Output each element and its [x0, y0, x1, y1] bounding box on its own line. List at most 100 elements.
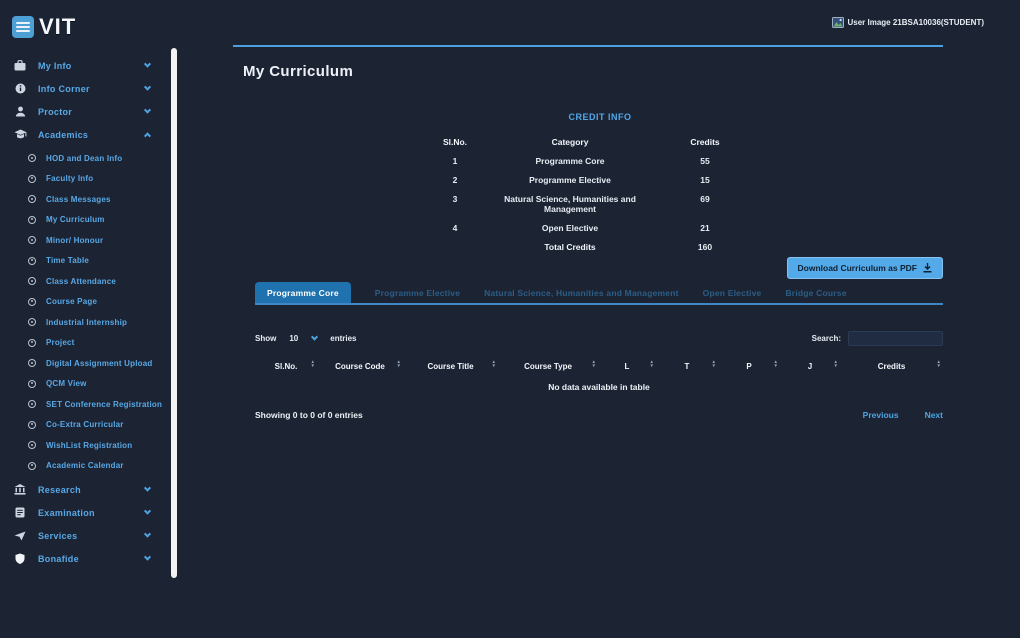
gear-icon — [28, 359, 36, 367]
sort-icon[interactable]: ▲▼ — [834, 360, 838, 368]
gear-icon — [28, 421, 36, 429]
sidebar-item-academic-calendar[interactable]: Academic Calendar — [0, 456, 180, 477]
entries-info: Showing 0 to 0 of 0 entries — [255, 410, 363, 420]
search-label: Search: — [812, 334, 841, 343]
sidebar-item-set-conference-registration[interactable]: SET Conference Registration — [0, 394, 180, 415]
sidebar-item-qcm-view[interactable]: QCM View — [0, 374, 180, 395]
credit-cell: Programme Elective — [495, 170, 645, 189]
graduation-cap-icon — [13, 129, 27, 140]
user-info[interactable]: User Image 21BSA10036(STUDENT) — [832, 17, 985, 28]
gear-icon — [28, 216, 36, 224]
gear-icon — [28, 236, 36, 244]
shield-icon — [13, 553, 27, 564]
sidebar-item-examination[interactable]: Examination — [0, 501, 180, 524]
sidebar-item-bonafide[interactable]: Bonafide — [0, 547, 180, 570]
show-label: Show — [255, 334, 276, 343]
download-curriculum-button[interactable]: Download Curriculum as PDF — [787, 257, 944, 279]
sort-icon[interactable]: ▲▼ — [650, 360, 654, 368]
tab-open-elective[interactable]: Open Elective — [703, 282, 762, 303]
credit-col-category: Category — [495, 132, 645, 151]
chevron-down-icon — [144, 107, 151, 114]
sidebar-item-time-table[interactable]: Time Table — [0, 251, 180, 272]
sort-icon[interactable]: ▲▼ — [397, 360, 401, 368]
column-header-l[interactable]: L▲▼ — [598, 356, 656, 376]
gear-icon — [28, 441, 36, 449]
next-button[interactable]: Next — [925, 410, 943, 420]
search-input[interactable] — [848, 331, 943, 346]
tab-programme-elective[interactable]: Programme Elective — [375, 282, 460, 303]
empty-table-message: No data available in table — [255, 382, 943, 392]
sidebar-item-hod-and-dean-info[interactable]: HOD and Dean Info — [0, 148, 180, 169]
sort-icon[interactable]: ▲▼ — [311, 360, 315, 368]
credit-info-heading: CREDIT INFO — [350, 112, 850, 122]
sidebar: VIT My Info Info Corner — [0, 0, 180, 638]
column-header-course-type[interactable]: Course Type▲▼ — [498, 356, 598, 376]
datatable-controls: Show 10 entries Search: — [255, 329, 943, 347]
sidebar-item-project[interactable]: Project — [0, 333, 180, 354]
gear-icon — [28, 380, 36, 388]
column-header-credits[interactable]: Credits▲▼ — [840, 356, 943, 376]
sidebar-item-research[interactable]: Research — [0, 478, 180, 501]
credit-cell: Natural Science, Humanities and Manageme… — [495, 189, 645, 218]
sort-icon[interactable]: ▲▼ — [774, 360, 778, 368]
credit-col-slno: Sl.No. — [415, 132, 495, 151]
sidebar-item-minor-honour[interactable]: Minor/ Honour — [0, 230, 180, 251]
sidebar-item-label: Academics — [38, 130, 88, 140]
gear-icon — [28, 154, 36, 162]
sidebar-item-services[interactable]: Services — [0, 524, 180, 547]
sidebar-item-co-extra-curricular[interactable]: Co-Extra Curricular — [0, 415, 180, 436]
column-header-p[interactable]: P▲▼ — [718, 356, 780, 376]
chevron-down-icon — [144, 84, 151, 91]
credit-total-label: Total Credits — [495, 237, 645, 256]
credit-col-credits: Credits — [645, 132, 765, 151]
sort-icon[interactable]: ▲▼ — [492, 360, 496, 368]
sidebar-item-info-corner[interactable]: Info Corner — [0, 77, 180, 100]
column-header-slno[interactable]: Sl.No.▲▼ — [255, 356, 317, 376]
chevron-down-icon — [144, 508, 151, 515]
chevron-down-icon — [311, 333, 318, 340]
sort-icon[interactable]: ▲▼ — [712, 360, 716, 368]
sidebar-item-label: My Info — [38, 61, 72, 71]
page-size-value: 10 — [289, 334, 298, 343]
column-header-course-title[interactable]: Course Title▲▼ — [403, 356, 498, 376]
column-header-j[interactable]: J▲▼ — [780, 356, 840, 376]
column-header-t[interactable]: T▲▼ — [656, 356, 718, 376]
page-title: My Curriculum — [243, 63, 353, 80]
credit-cell: 69 — [645, 189, 765, 218]
academics-submenu: HOD and Dean Info Faculty Info Class Mes… — [0, 148, 180, 476]
sidebar-item-digital-assignment-upload[interactable]: Digital Assignment Upload — [0, 353, 180, 374]
gear-icon — [28, 277, 36, 285]
sidebar-item-proctor[interactable]: Proctor — [0, 100, 180, 123]
gear-icon — [28, 318, 36, 326]
sort-icon[interactable]: ▲▼ — [592, 360, 596, 368]
sort-icon[interactable]: ▲▼ — [937, 360, 941, 368]
sidebar-item-my-curriculum[interactable]: My Curriculum — [0, 210, 180, 231]
pagination: Previous Next — [863, 410, 943, 420]
vit-logo-text: VIT — [39, 14, 76, 40]
sidebar-item-academics[interactable]: Academics — [0, 123, 180, 146]
sidebar-item-class-attendance[interactable]: Class Attendance — [0, 271, 180, 292]
chevron-down-icon — [144, 531, 151, 538]
sidebar-item-wishlist-registration[interactable]: WishList Registration — [0, 435, 180, 456]
broken-image-icon — [832, 17, 844, 28]
previous-button[interactable]: Previous — [863, 410, 899, 420]
sidebar-item-industrial-internship[interactable]: Industrial Internship — [0, 312, 180, 333]
sidebar-item-course-page[interactable]: Course Page — [0, 292, 180, 313]
gear-icon — [28, 195, 36, 203]
header-divider — [233, 45, 943, 47]
tab-programme-core[interactable]: Programme Core — [255, 282, 351, 303]
sidebar-item-my-info[interactable]: My Info — [0, 54, 180, 77]
column-header-course-code[interactable]: Course Code▲▼ — [317, 356, 403, 376]
download-icon — [923, 263, 932, 273]
gear-icon — [28, 298, 36, 306]
page-size-select[interactable]: 10 — [285, 333, 321, 344]
sidebar-item-label: Proctor — [38, 107, 72, 117]
credit-info-table: Sl.No. Category Credits 1 Programme Core… — [415, 132, 765, 256]
sidebar-item-faculty-info[interactable]: Faculty Info — [0, 169, 180, 190]
tab-natural-science-humanities-management[interactable]: Natural Science, Humanities and Manageme… — [484, 282, 679, 303]
exam-document-icon — [13, 507, 27, 518]
tab-bridge-course[interactable]: Bridge Course — [785, 282, 846, 303]
gear-icon — [28, 175, 36, 183]
sidebar-item-class-messages[interactable]: Class Messages — [0, 189, 180, 210]
sidebar-scrollbar[interactable] — [171, 48, 177, 578]
